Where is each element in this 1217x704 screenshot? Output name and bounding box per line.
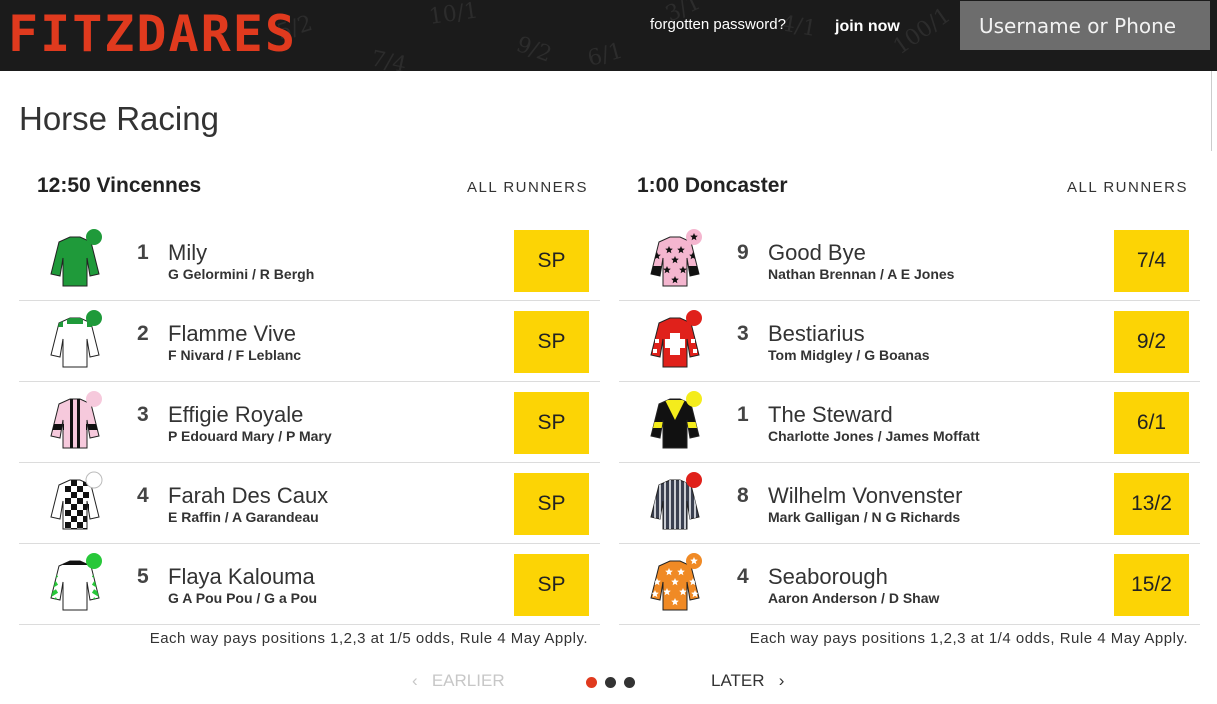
jockey-trainer: E Raffin / A Garandeau <box>168 509 319 525</box>
odds-button[interactable]: SP <box>514 311 589 373</box>
runner-number: 5 <box>137 565 149 588</box>
all-runners-link[interactable]: ALL RUNNERS <box>467 179 588 196</box>
runner-row[interactable]: 2 Flamme Vive F Nivard / F Leblanc SP <box>19 301 600 382</box>
runner-name: Seaborough <box>768 564 888 589</box>
scrollbar-edge <box>1211 71 1217 151</box>
all-runners-link[interactable]: ALL RUNNERS <box>1067 179 1188 196</box>
runner-name: Good Bye <box>768 240 866 265</box>
runner-number: 1 <box>137 241 149 264</box>
each-way-terms: Each way pays positions 1,2,3 at 1/5 odd… <box>149 630 588 647</box>
odds-button[interactable]: SP <box>514 230 589 292</box>
runner-row[interactable]: 3 Effigie Royale P Edouard Mary / P Mary… <box>19 382 600 463</box>
odds-button[interactable]: 15/2 <box>1114 554 1189 616</box>
race-title[interactable]: 1:00 Doncaster <box>637 174 788 198</box>
odds-button[interactable]: SP <box>514 473 589 535</box>
later-label: LATER <box>711 671 765 690</box>
runner-row[interactable]: 8 Wilhelm Vonvenster Mark Galligan / N G… <box>619 463 1200 544</box>
join-now-link[interactable]: join now <box>835 18 900 36</box>
runner-name: Mily <box>168 240 208 265</box>
runner-number: 3 <box>737 322 749 345</box>
runner-row[interactable]: 9 Good Bye Nathan Brennan / A E Jones 7/… <box>619 220 1200 301</box>
pager-dot[interactable] <box>586 677 597 688</box>
jockey-trainer: G Gelormini / R Bergh <box>168 266 315 282</box>
odds-button[interactable]: SP <box>514 554 589 616</box>
header-odds-bg-text: 10/1 <box>427 0 479 30</box>
runner-name: Wilhelm Vonvenster <box>768 483 963 508</box>
runner-row[interactable]: 5 Flaya Kalouma G A Pou Pou / G a Pou SP <box>19 544 600 625</box>
odds-button[interactable]: 13/2 <box>1114 473 1189 535</box>
header-odds-bg-text: 6/1 <box>585 38 626 71</box>
page-title: Horse Racing <box>19 100 219 137</box>
odds-button[interactable]: 7/4 <box>1114 230 1189 292</box>
race-card: 1:00 Doncaster ALL RUNNERS 9 Good Bye Na… <box>619 170 1200 647</box>
header-odds-bg-text: 9/2 <box>513 32 555 68</box>
jockey-silk-icon <box>650 553 702 611</box>
jockey-silk-icon <box>650 229 702 287</box>
jockey-silk-icon <box>50 553 102 611</box>
earlier-link[interactable]: ‹ EARLIER <box>412 671 505 691</box>
site-header: 5/2 7/4 10/1 9/2 100/1 6/1 4/1 3/1 FITZD… <box>0 0 1217 71</box>
chevron-right-icon: › <box>764 671 785 690</box>
runner-list: 9 Good Bye Nathan Brennan / A E Jones 7/… <box>619 210 1200 625</box>
forgotten-password-link[interactable]: forgotten password? <box>650 16 786 33</box>
header-odds-bg-text: 7/4 <box>369 46 409 71</box>
runner-name: Flaya Kalouma <box>168 564 315 589</box>
runner-list: 1 Mily G Gelormini / R Bergh SP 2 Flamme… <box>19 210 600 625</box>
runner-name: The Steward <box>768 402 893 427</box>
runner-row[interactable]: 1 The Steward Charlotte Jones / James Mo… <box>619 382 1200 463</box>
runner-row[interactable]: 3 Bestiarius Tom Midgley / G Boanas 9/2 <box>619 301 1200 382</box>
jockey-trainer: Mark Galligan / N G Richards <box>768 509 961 525</box>
runner-number: 2 <box>137 322 149 345</box>
jockey-trainer: P Edouard Mary / P Mary <box>168 428 332 444</box>
runner-row[interactable]: 4 Seaborough Aaron Anderson / D Shaw 15/… <box>619 544 1200 625</box>
runner-row[interactable]: 1 Mily G Gelormini / R Bergh SP <box>19 220 600 301</box>
later-link[interactable]: LATER › <box>711 671 784 691</box>
odds-button[interactable]: SP <box>514 392 589 454</box>
race-header: 12:50 Vincennes ALL RUNNERS <box>19 170 600 210</box>
runner-name: Bestiarius <box>768 321 865 346</box>
username-or-phone-input[interactable] <box>960 1 1210 50</box>
race-header: 1:00 Doncaster ALL RUNNERS <box>619 170 1200 210</box>
jockey-silk-icon <box>50 229 102 287</box>
runner-name: Effigie Royale <box>168 402 304 427</box>
pager-dot[interactable] <box>624 677 635 688</box>
runner-number: 4 <box>737 565 749 588</box>
runner-number: 8 <box>737 484 749 507</box>
odds-button[interactable]: 9/2 <box>1114 311 1189 373</box>
jockey-silk-icon <box>650 391 702 449</box>
jockey-trainer: G A Pou Pou / G a Pou <box>168 590 318 606</box>
jockey-silk-icon <box>50 391 102 449</box>
jockey-trainer: Charlotte Jones / James Moffatt <box>768 428 980 444</box>
race-title[interactable]: 12:50 Vincennes <box>37 174 201 198</box>
runner-number: 1 <box>737 403 749 426</box>
earlier-label: EARLIER <box>431 671 505 690</box>
race-card: 12:50 Vincennes ALL RUNNERS 1 Mily G Gel… <box>19 170 600 647</box>
jockey-trainer: F Nivard / F Leblanc <box>168 347 302 363</box>
jockey-trainer: Aaron Anderson / D Shaw <box>768 590 940 606</box>
jockey-silk-icon <box>650 310 702 368</box>
pager-dot[interactable] <box>605 677 616 688</box>
jockey-trainer: Nathan Brennan / A E Jones <box>768 266 955 282</box>
runner-name: Flamme Vive <box>168 321 296 346</box>
fitzdares-logo[interactable]: FITZDARES <box>8 6 297 62</box>
chevron-left-icon: ‹ <box>412 671 432 690</box>
jockey-silk-icon <box>50 471 103 530</box>
runner-number: 3 <box>137 403 149 426</box>
runner-name: Farah Des Caux <box>168 483 329 508</box>
jockey-silk-icon <box>50 310 102 368</box>
runner-number: 9 <box>737 241 749 264</box>
each-way-terms: Each way pays positions 1,2,3 at 1/4 odd… <box>749 630 1188 647</box>
runner-row[interactable]: 4 Farah Des Caux E Raffin / A Garandeau … <box>19 463 600 544</box>
runner-number: 4 <box>137 484 149 507</box>
jockey-silk-icon <box>650 472 702 530</box>
odds-button[interactable]: 6/1 <box>1114 392 1189 454</box>
jockey-trainer: Tom Midgley / G Boanas <box>768 347 930 363</box>
